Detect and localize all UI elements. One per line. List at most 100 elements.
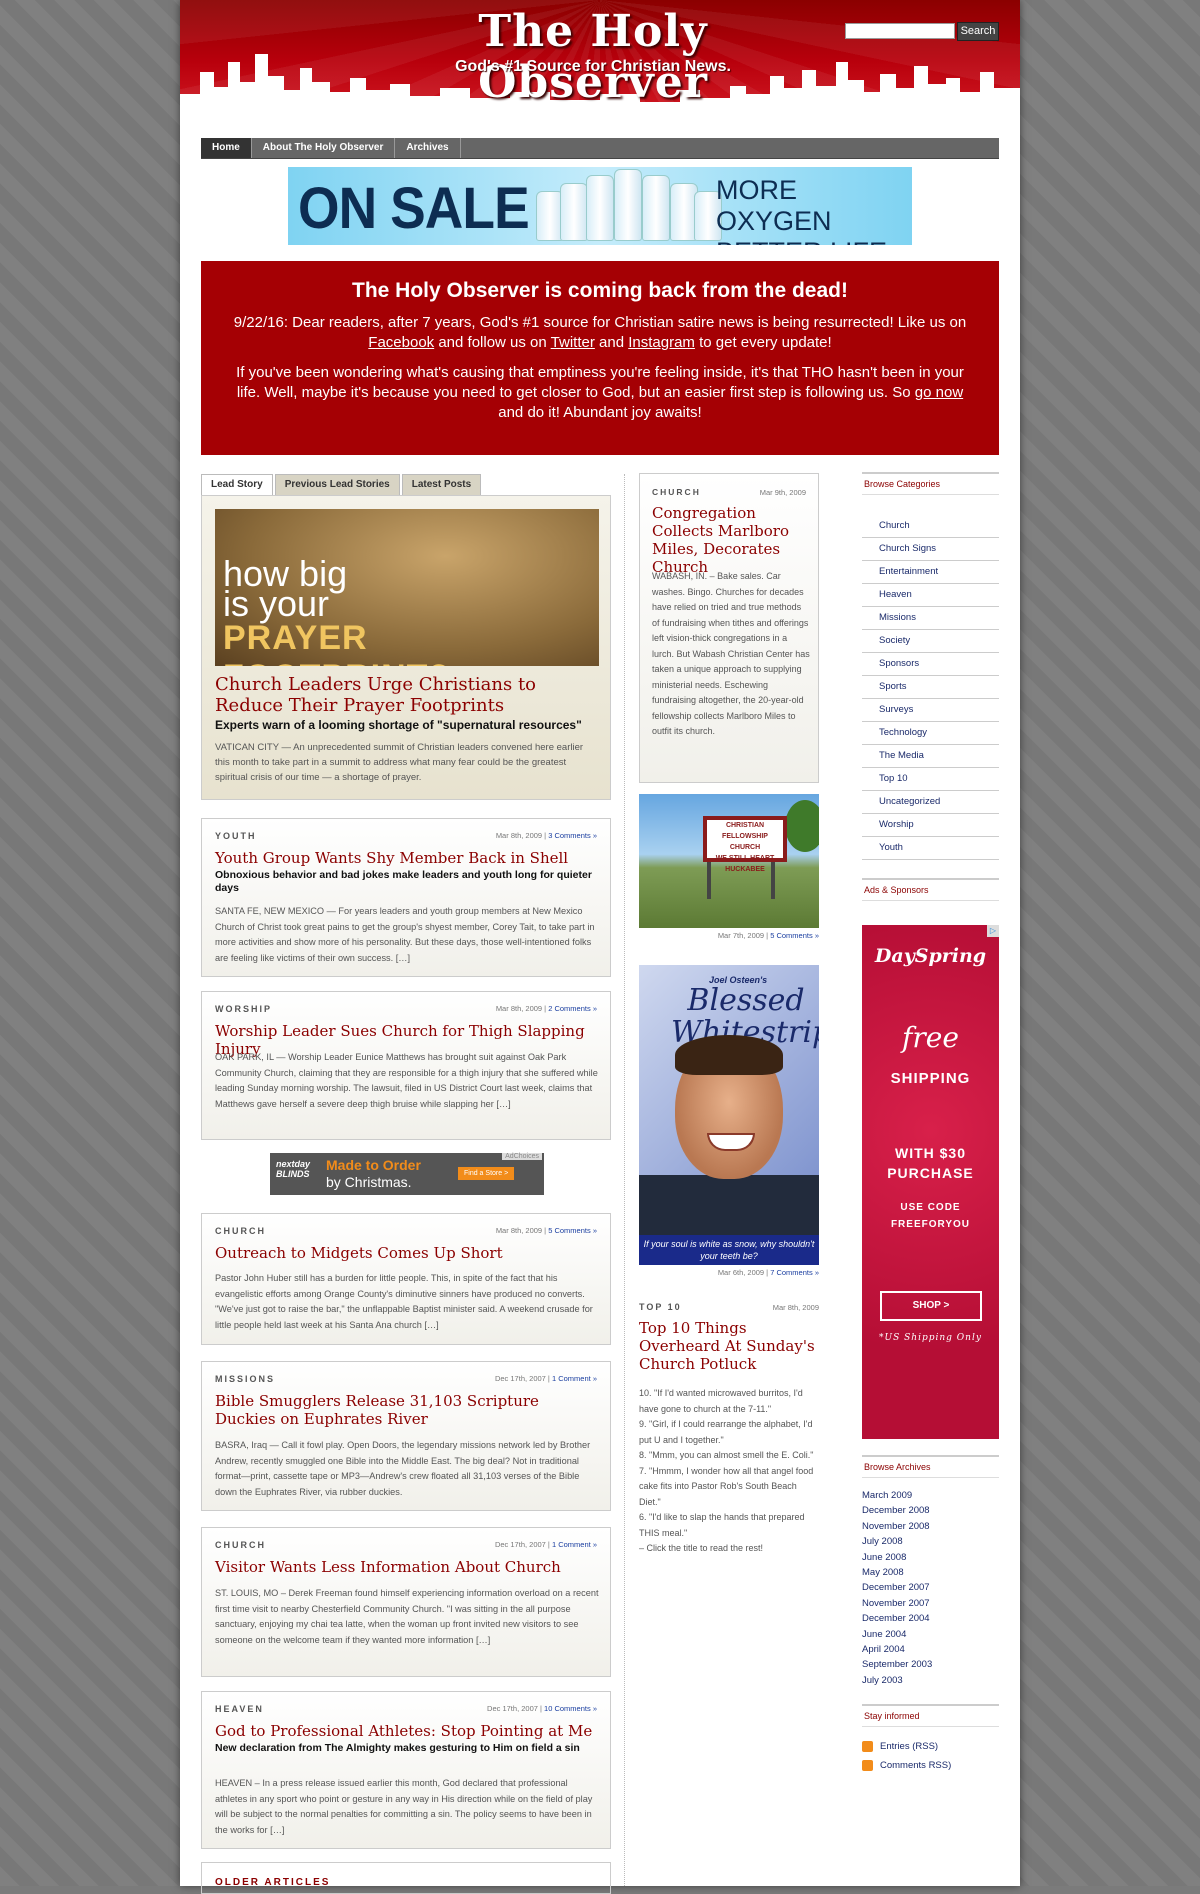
shop-button[interactable]: SHOP > <box>880 1291 982 1321</box>
archive-link[interactable]: July 2008 <box>862 1534 999 1549</box>
nextday-blinds-ad[interactable]: nextday BLINDS Made to Order by Christma… <box>270 1153 544 1195</box>
dayspring-ad[interactable]: ▷ DaySpring free SHIPPING WITH $30 PURCHA… <box>862 925 999 1439</box>
find-store-button[interactable]: Find a Store > <box>458 1167 515 1180</box>
instagram-link[interactable]: Instagram <box>628 334 695 351</box>
site-logo[interactable]: The Holy Observer <box>393 6 793 108</box>
sidebar-item-church[interactable]: Church <box>862 515 999 538</box>
post-title[interactable]: God to Professional Athletes: Stop Point… <box>215 1722 600 1740</box>
facebook-link[interactable]: Facebook <box>368 334 434 351</box>
comments-link[interactable]: 1 Comment » <box>552 1374 597 1383</box>
comments-link[interactable]: 5 Comments » <box>548 1226 597 1235</box>
archive-link[interactable]: May 2008 <box>862 1565 999 1580</box>
comments-rss-link[interactable]: Comments RSS) <box>862 1756 999 1775</box>
post-category[interactable]: CHURCH <box>215 1226 266 1236</box>
ad-quote: If your soul is white as snow, why shoul… <box>639 1235 819 1265</box>
lead-story-title[interactable]: Church Leaders Urge Christians to Reduce… <box>215 674 595 716</box>
adchoices-icon[interactable]: AdChoices <box>502 1153 542 1160</box>
sidebar-item-the-media[interactable]: The Media <box>862 745 999 768</box>
archive-link[interactable]: June 2008 <box>862 1550 999 1565</box>
archive-link[interactable]: June 2004 <box>862 1627 999 1642</box>
archive-link[interactable]: December 2008 <box>862 1503 999 1518</box>
tab-latest-posts[interactable]: Latest Posts <box>401 474 482 495</box>
search-input[interactable] <box>845 23 955 39</box>
rss-icon <box>862 1741 873 1753</box>
church-sign-photo[interactable]: CHRISTIAN FELLOWSHIP CHURCH WE STILL HEA… <box>639 794 819 928</box>
post-dek: Obnoxious behavior and bad jokes make le… <box>215 869 592 894</box>
post-category[interactable]: CHURCH <box>652 487 701 497</box>
post-title[interactable]: Bible Smugglers Release 31,103 Scripture… <box>215 1392 600 1428</box>
list-item: 9. "Girl, if I could rearrange the alpha… <box>639 1419 813 1445</box>
announcement-box: The Holy Observer is coming back from th… <box>201 261 999 455</box>
ad-code: USE CODE FREEFORYOU <box>890 1202 971 1230</box>
post-excerpt: ST. LOUIS, MO – Derek Freeman found hims… <box>215 1588 599 1645</box>
sidebar-item-entertainment[interactable]: Entertainment <box>862 561 999 584</box>
older-articles-label: OLDER ARTICLES <box>215 1877 331 1888</box>
sidebar-item-sports[interactable]: Sports <box>862 676 999 699</box>
nav-archives[interactable]: Archives <box>395 138 461 158</box>
tab-lead-story[interactable]: Lead Story <box>201 474 273 496</box>
list-item: 8. "Mmm, you can almost smell the E. Col… <box>639 1450 814 1460</box>
feed-list: Entries (RSS) Comments RSS) <box>862 1737 999 1775</box>
older-articles[interactable]: OLDER ARTICLES <box>201 1862 611 1894</box>
rss-icon <box>862 1760 873 1772</box>
announcement-title: The Holy Observer is coming back from th… <box>352 279 848 302</box>
post-meta: Dec 17th, 2007 | 10 Comments » <box>487 1704 597 1713</box>
post-title[interactable]: Visitor Wants Less Information About Chu… <box>215 1558 600 1576</box>
archive-link[interactable]: November 2007 <box>862 1596 999 1611</box>
comments-link[interactable]: 2 Comments » <box>548 1004 597 1013</box>
tab-previous-lead-stories[interactable]: Previous Lead Stories <box>274 474 400 495</box>
archive-link[interactable]: November 2008 <box>862 1519 999 1534</box>
post-title[interactable]: Top 10 Things Overheard At Sunday's Chur… <box>639 1319 819 1373</box>
search-button[interactable]: Search <box>957 22 999 41</box>
post-title[interactable]: Congregation Collects Marlboro Miles, De… <box>652 504 810 576</box>
sidebar-item-society[interactable]: Society <box>862 630 999 653</box>
sidebar-item-surveys[interactable]: Surveys <box>862 699 999 722</box>
post-category[interactable]: YOUTH <box>215 831 257 841</box>
archive-link[interactable]: December 2007 <box>862 1580 999 1595</box>
blessed-whitestrips-image[interactable]: Joel Osteen's BlessedWhitestrips If your… <box>639 965 819 1265</box>
sidebar-item-technology[interactable]: Technology <box>862 722 999 745</box>
post-category[interactable]: MISSIONS <box>215 1374 275 1384</box>
archive-link[interactable]: September 2003 <box>862 1657 999 1672</box>
adchoices-icon[interactable]: ▷ <box>987 925 999 937</box>
sidebar-item-sponsors[interactable]: Sponsors <box>862 653 999 676</box>
nav-home[interactable]: Home <box>201 138 252 158</box>
sidebar-item-uncategorized[interactable]: Uncategorized <box>862 791 999 814</box>
archive-link[interactable]: July 2003 <box>862 1673 999 1688</box>
sidebar-item-worship[interactable]: Worship <box>862 814 999 837</box>
sidebar-item-church-signs[interactable]: Church Signs <box>862 538 999 561</box>
comments-link[interactable]: 7 Comments » <box>770 1268 819 1277</box>
sidebar-item-youth[interactable]: Youth <box>862 837 999 860</box>
lead-story-image[interactable]: how bigis your PRAYER FOOTPRINT? <box>215 509 599 666</box>
comments-link[interactable]: 3 Comments » <box>548 831 597 840</box>
comments-link[interactable]: 1 Comment » <box>552 1540 597 1549</box>
list-item: 10. "If I'd wanted microwaved burritos, … <box>639 1388 803 1414</box>
bottle-image <box>614 169 642 241</box>
comments-link[interactable]: 5 Comments » <box>770 931 819 940</box>
post-title[interactable]: Outreach to Midgets Comes Up Short <box>215 1244 600 1262</box>
ad-slogan-line2: BETTER LIFE <box>716 237 912 245</box>
post-excerpt: 10. "If I'd wanted microwaved burritos, … <box>639 1386 819 1557</box>
oxygen-water-ad[interactable]: ON SALE MORE OXYGEN BETTER LIFE <box>288 167 912 245</box>
sidebar-item-top-10[interactable]: Top 10 <box>862 768 999 791</box>
sidebar-item-missions[interactable]: Missions <box>862 607 999 630</box>
post-category[interactable]: CHURCH <box>215 1540 266 1550</box>
archive-link[interactable]: December 2004 <box>862 1611 999 1626</box>
category-list: Church Church Signs Entertainment Heaven… <box>862 515 999 860</box>
sidebar-item-heaven[interactable]: Heaven <box>862 584 999 607</box>
post-title[interactable]: Youth Group Wants Shy Member Back in She… <box>215 849 600 867</box>
twitter-link[interactable]: Twitter <box>551 334 595 351</box>
lead-story-excerpt: VATICAN CITY — An unprecedented summit o… <box>215 742 584 783</box>
post-category[interactable]: HEAVEN <box>215 1704 264 1714</box>
nav-about[interactable]: About The Holy Observer <box>252 138 396 158</box>
archive-link[interactable]: March 2009 <box>862 1488 999 1503</box>
comments-link[interactable]: 10 Comments » <box>544 1704 597 1713</box>
archive-link[interactable]: April 2004 <box>862 1642 999 1657</box>
post-excerpt: Pastor John Huber still has a burden for… <box>215 1273 593 1330</box>
announcement-paragraph-1: 9/22/16: Dear readers, after 7 years, Go… <box>233 314 967 351</box>
post-category[interactable]: WORSHIP <box>215 1004 272 1014</box>
bottle-image <box>586 175 614 241</box>
go-now-link[interactable]: go now <box>915 384 963 401</box>
post-card: YOUTH Mar 8th, 2009 | 3 Comments » Youth… <box>201 818 611 977</box>
entries-rss-link[interactable]: Entries (RSS) <box>862 1737 999 1756</box>
